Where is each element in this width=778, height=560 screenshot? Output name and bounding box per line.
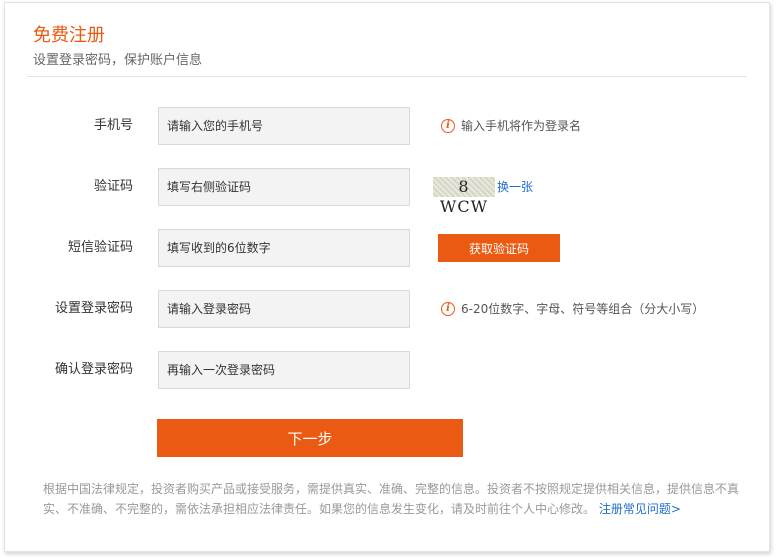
- page-subtitle: 设置登录密码，保护账户信息: [33, 53, 203, 68]
- phone-input[interactable]: [158, 107, 410, 145]
- phone-hint: i 输入手机将作为登录名: [441, 107, 581, 145]
- password-input[interactable]: [158, 290, 410, 328]
- phone-row: 手机号 i 输入手机将作为登录名: [5, 107, 771, 145]
- sms-row: 短信验证码 获取验证码: [5, 229, 771, 267]
- captcha-refresh-link[interactable]: 换一张: [497, 168, 533, 206]
- password-hint-text: 6-20位数字、字母、符号等组合（分大小写）: [461, 302, 705, 316]
- legal-notice: 根据中国法律规定，投资者购买产品或接受服务，需提供真实、准确、完整的信息。投资者…: [43, 479, 743, 519]
- confirm-row: 确认登录密码: [5, 351, 771, 389]
- next-step-button[interactable]: 下一步: [157, 419, 463, 457]
- info-icon: i: [441, 119, 455, 133]
- confirm-label: 确认登录密码: [54, 362, 133, 377]
- password-label: 设置登录密码: [54, 301, 133, 316]
- sms-code-input[interactable]: [158, 229, 410, 267]
- sms-label: 短信验证码: [67, 240, 133, 255]
- captcha-label: 验证码: [93, 179, 133, 194]
- captcha-input[interactable]: [158, 168, 410, 206]
- faq-link[interactable]: 注册常见问题>: [599, 502, 681, 516]
- get-sms-code-button[interactable]: 获取验证码: [438, 234, 560, 262]
- password-row: 设置登录密码 i 6-20位数字、字母、符号等组合（分大小写）: [5, 290, 771, 328]
- phone-hint-text: 输入手机将作为登录名: [461, 119, 582, 133]
- phone-label: 手机号: [93, 118, 133, 133]
- header-divider: [27, 76, 747, 77]
- password-hint: i 6-20位数字、字母、符号等组合（分大小写）: [441, 290, 704, 328]
- info-icon: i: [441, 302, 455, 316]
- captcha-row: 验证码 8 WCW 换一张: [5, 168, 771, 216]
- register-panel: 免费注册 设置登录密码，保护账户信息 手机号 i 输入手机将作为登录名 验证码 …: [4, 2, 770, 552]
- confirm-password-input[interactable]: [158, 351, 410, 389]
- captcha-image[interactable]: 8 WCW: [433, 177, 495, 216]
- page-title: 免费注册: [33, 25, 105, 46]
